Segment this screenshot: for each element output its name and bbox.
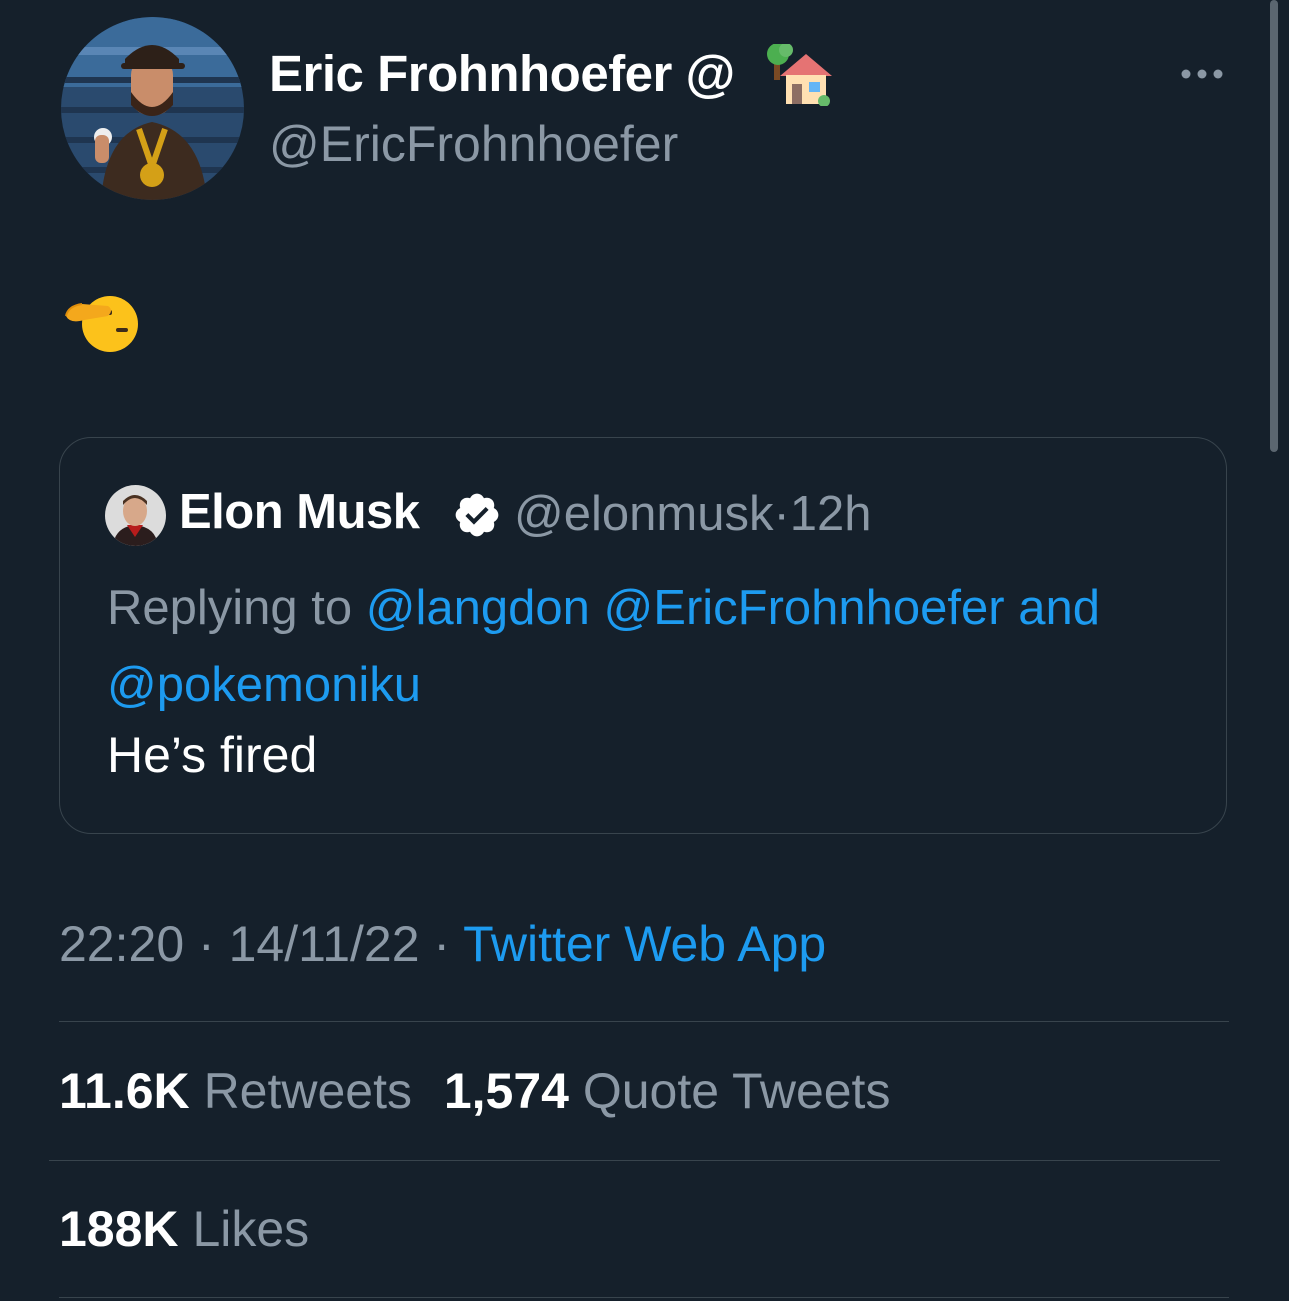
retweets-label: Retweets xyxy=(203,1063,413,1119)
mention-ericfrohnhoefer[interactable]: @EricFrohnhoefer xyxy=(604,581,1005,635)
meta-separator: · xyxy=(773,487,790,541)
author-handle[interactable]: @EricFrohnhoefer xyxy=(269,115,678,173)
tweet-date[interactable]: 14/11/22 xyxy=(229,916,420,972)
replying-to-label: Replying to xyxy=(107,581,366,635)
meta-separator: · xyxy=(433,916,451,972)
saluting-face-icon xyxy=(64,288,138,356)
divider xyxy=(59,1021,1229,1022)
replying-to-line: Replying to @langdon @EricFrohnhoefer an… xyxy=(107,570,1197,724)
divider xyxy=(59,1297,1229,1298)
divider xyxy=(49,1160,1220,1161)
author-name[interactable]: Eric Frohnhoefer @ xyxy=(269,44,735,103)
quoted-author-handle[interactable]: @elonmusk xyxy=(514,487,773,541)
author-avatar[interactable] xyxy=(61,17,244,200)
tweet-meta: 22:20 · 14/11/22 · Twitter Web App xyxy=(59,915,826,973)
quote-tweets-label: Quote Tweets xyxy=(582,1063,891,1119)
mention-and-others[interactable]: and xyxy=(1018,581,1100,635)
retweets-count: 11.6K xyxy=(59,1063,190,1119)
meta-separator: · xyxy=(198,916,215,972)
quoted-tweet-time[interactable]: 12h xyxy=(790,487,872,541)
quoted-author-meta: @elonmusk·12h xyxy=(514,486,872,542)
quoted-author-avatar[interactable] xyxy=(105,485,166,546)
likes-count: 188K xyxy=(59,1201,179,1257)
house-with-garden-icon xyxy=(766,43,832,107)
likes-stat[interactable]: 188K Likes xyxy=(59,1200,309,1258)
quote-tweets-count: 1,574 xyxy=(443,1063,569,1119)
quoted-tweet-text: He’s fired xyxy=(107,727,318,783)
tweet-detail-page: Eric Frohnhoefer @ @EricFrohnhoefer Elon… xyxy=(0,0,1289,1301)
engagement-stats: 11.6K Retweets 1,574 Quote Tweets xyxy=(59,1062,890,1120)
quote-tweets-stat[interactable]: 1,574 Quote Tweets xyxy=(444,1063,891,1119)
mention-pokemoniku[interactable]: @pokemoniku xyxy=(107,658,421,712)
retweets-stat[interactable]: 11.6K Retweets xyxy=(59,1063,412,1119)
likes-label: Likes xyxy=(192,1201,310,1257)
tweet-time[interactable]: 22:20 xyxy=(59,916,184,972)
tweet-source-link[interactable]: Twitter Web App xyxy=(463,916,826,972)
quoted-author-name[interactable]: Elon Musk xyxy=(179,484,420,540)
ellipsis-icon[interactable] xyxy=(1180,64,1224,84)
verified-badge-icon xyxy=(452,490,502,540)
mention-langdon[interactable]: @langdon xyxy=(366,581,590,635)
scrollbar[interactable] xyxy=(1270,0,1278,452)
